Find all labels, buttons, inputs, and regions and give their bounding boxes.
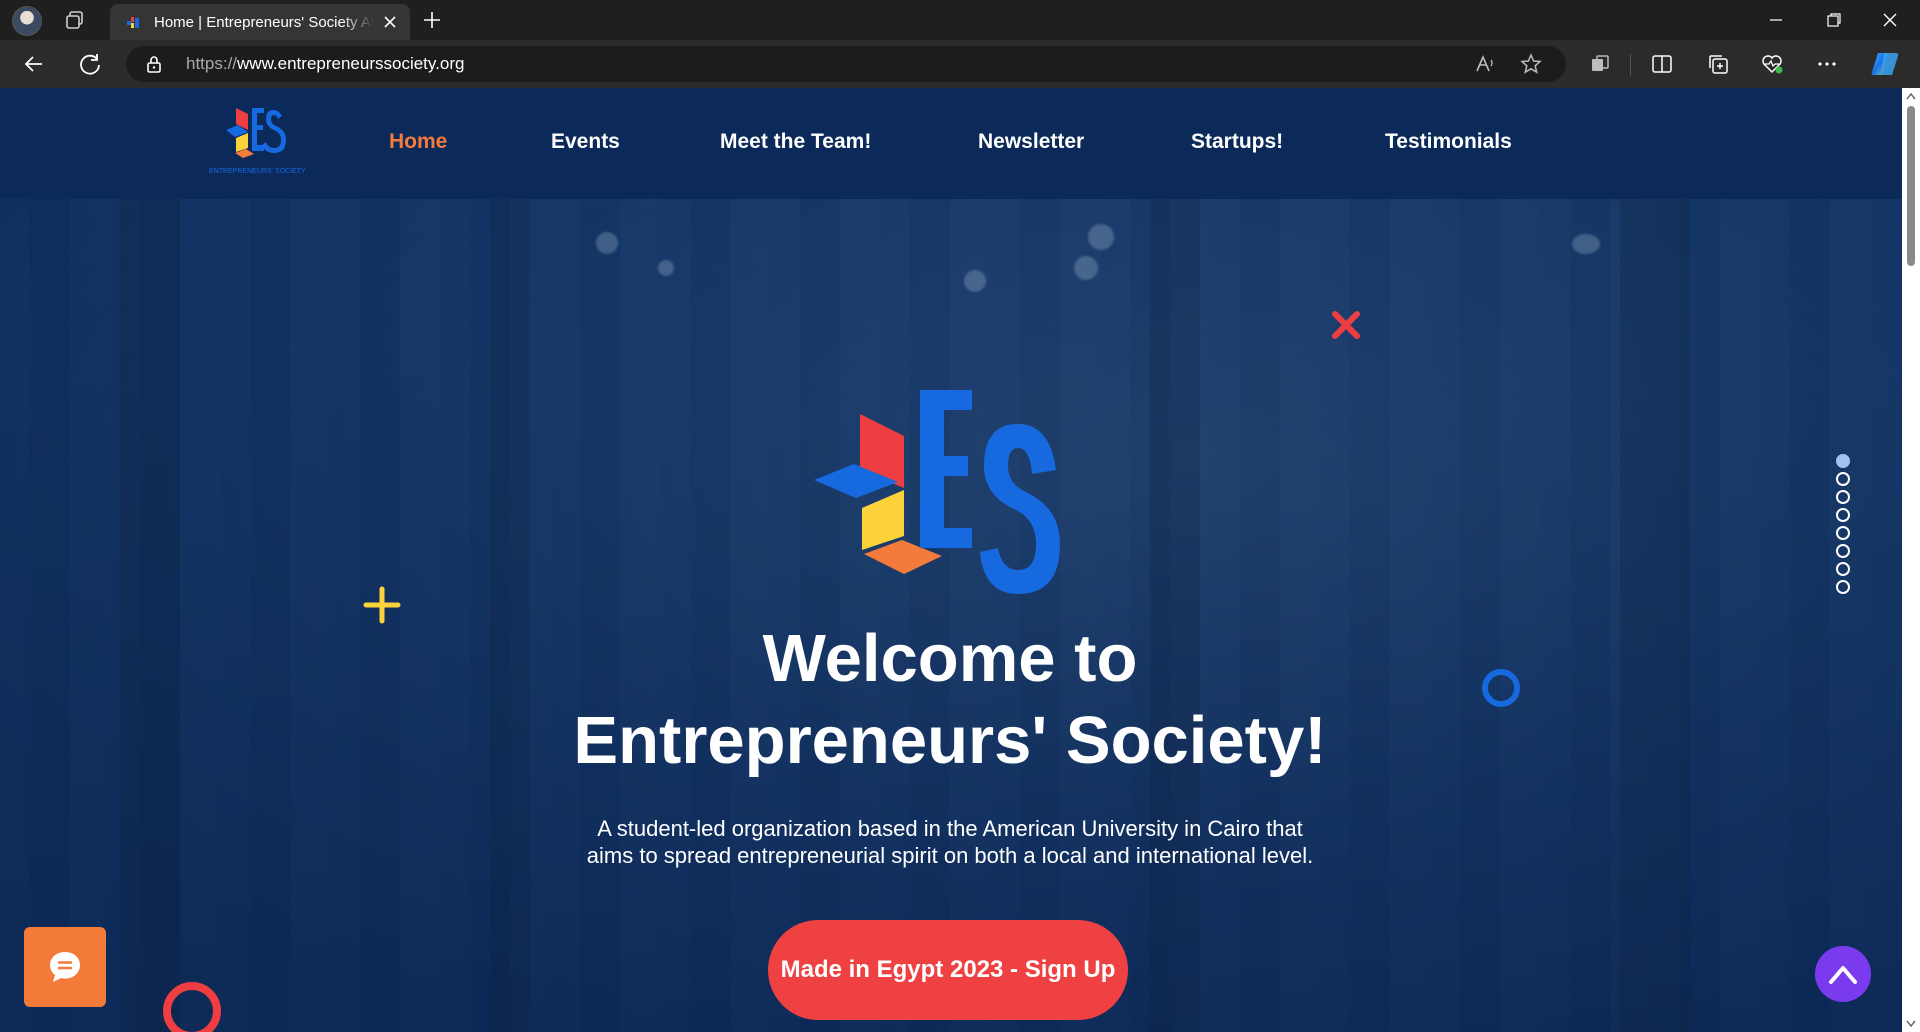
- signup-button[interactable]: Made in Egypt 2023 - Sign Up: [768, 920, 1128, 1020]
- site-logo[interactable]: ENTREPRENEURS' SOCIETY: [208, 106, 322, 178]
- slider-dot[interactable]: [1836, 472, 1850, 486]
- favorite-star-icon[interactable]: [1520, 53, 1542, 75]
- web-page: ENTREPRENEURS' SOCIETY Home Events Meet …: [0, 88, 1902, 1032]
- hero-title-line2: Entrepreneurs' Society!: [573, 703, 1327, 778]
- slider-dot[interactable]: [1836, 580, 1850, 594]
- circle-shape-red: [163, 982, 221, 1032]
- hero-title-line1: Welcome to: [762, 621, 1138, 696]
- toolbar-separator: [1630, 54, 1631, 76]
- new-tab-icon[interactable]: [420, 8, 444, 32]
- bg-bokeh: [596, 232, 618, 254]
- browser-tab-bar: Home | Entrepreneurs' Society AUC: [0, 0, 1920, 40]
- nav-newsletter[interactable]: Newsletter: [978, 130, 1084, 154]
- scrollbar-thumb[interactable]: [1907, 106, 1915, 266]
- workspaces-icon[interactable]: [64, 9, 86, 31]
- scroll-down-arrow-icon[interactable]: [1906, 1020, 1916, 1028]
- minimize-icon[interactable]: [1764, 8, 1788, 32]
- bg-pillar: [1620, 198, 1690, 1032]
- tab-title: Home | Entrepreneurs' Society AUC: [154, 14, 374, 31]
- refresh-icon[interactable]: [76, 50, 104, 78]
- split-screen-icon[interactable]: [1650, 52, 1674, 76]
- extensions-icon[interactable]: [1588, 52, 1612, 76]
- nav-startups[interactable]: Startups!: [1191, 130, 1283, 154]
- slider-dot[interactable]: [1836, 562, 1850, 576]
- nav-meet-the-team[interactable]: Meet the Team!: [720, 130, 871, 154]
- bg-bokeh: [1074, 256, 1098, 280]
- hero-title: Welcome to Entrepreneurs' Society!: [460, 618, 1440, 782]
- url-text: https://www.entrepreneurssociety.org: [186, 54, 465, 73]
- site-navbar: ENTREPRENEURS' SOCIETY Home Events Meet …: [0, 88, 1902, 199]
- url-field[interactable]: https://www.entrepreneurssociety.org: [126, 46, 1566, 82]
- bg-pillar: [490, 198, 530, 1032]
- back-to-top-button[interactable]: [1815, 946, 1871, 1002]
- tab-favicon-icon: [127, 17, 139, 28]
- lock-icon[interactable]: [144, 54, 164, 74]
- bg-bokeh: [658, 260, 674, 276]
- back-icon[interactable]: [20, 50, 48, 78]
- bg-pillar: [120, 198, 180, 1032]
- slider-dot[interactable]: [1836, 544, 1850, 558]
- plus-shape-icon: [363, 586, 401, 624]
- scroll-up-arrow-icon[interactable]: [1906, 92, 1916, 100]
- read-aloud-icon[interactable]: [1474, 53, 1496, 75]
- bg-bokeh: [1088, 224, 1114, 250]
- profile-avatar[interactable]: [12, 6, 42, 36]
- browser-address-bar: https://www.entrepreneurssociety.org: [0, 40, 1920, 88]
- restore-icon[interactable]: [1822, 8, 1846, 32]
- svg-text:ENTREPRENEURS' SOCIETY: ENTREPRENEURS' SOCIETY: [209, 168, 306, 175]
- nav-home[interactable]: Home: [389, 130, 447, 154]
- hero-subtitle: A student-led organization based in the …: [500, 815, 1400, 869]
- copilot-icon[interactable]: [1870, 50, 1900, 78]
- browser-tab-active[interactable]: Home | Entrepreneurs' Society AUC: [110, 4, 410, 40]
- more-menu-icon[interactable]: [1815, 52, 1839, 76]
- bg-pillar: [1150, 198, 1200, 1032]
- slider-dot[interactable]: [1836, 508, 1850, 522]
- nav-testimonials[interactable]: Testimonials: [1385, 130, 1512, 154]
- chevron-up-icon: [1829, 966, 1857, 984]
- chat-button[interactable]: [24, 927, 106, 1007]
- close-tab-icon[interactable]: [380, 12, 400, 32]
- x-shape-icon: [1332, 311, 1360, 339]
- bg-bokeh: [1572, 234, 1600, 254]
- circle-shape-blue: [1482, 669, 1520, 707]
- bg-bokeh: [964, 270, 986, 292]
- collections-icon[interactable]: [1706, 52, 1730, 76]
- slider-dot[interactable]: [1836, 490, 1850, 504]
- slider-dot[interactable]: [1836, 454, 1850, 468]
- hero-subtitle-line2: aims to spread entrepreneurial spirit on…: [586, 843, 1314, 868]
- close-window-icon[interactable]: [1878, 8, 1902, 32]
- slider-dot[interactable]: [1836, 526, 1850, 540]
- slider-pagination: [1836, 454, 1852, 598]
- hero-subtitle-line1: A student-led organization based in the …: [597, 816, 1303, 841]
- browser-essentials-icon[interactable]: [1760, 52, 1784, 76]
- nav-events[interactable]: Events: [551, 130, 620, 154]
- page-scrollbar[interactable]: [1902, 88, 1920, 1032]
- hero-logo: [814, 390, 1060, 594]
- chat-bubble-icon: [50, 952, 80, 982]
